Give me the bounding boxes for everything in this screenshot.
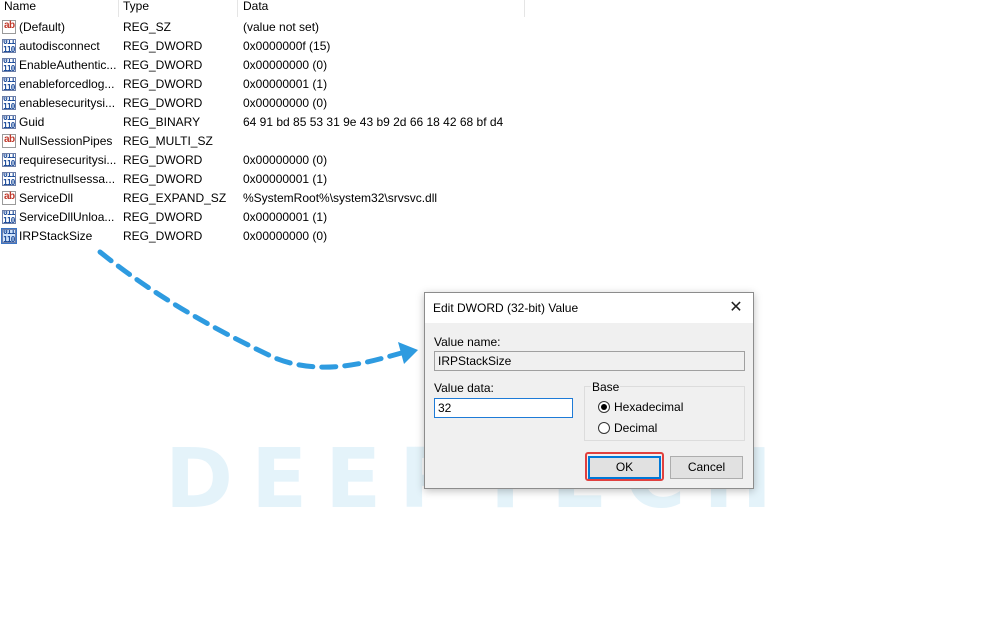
ok-button-highlight: [585, 452, 664, 481]
decimal-radio[interactable]: [598, 422, 610, 434]
hexadecimal-radio[interactable]: [598, 401, 610, 413]
radio-selected-dot: [601, 404, 607, 410]
value-data-label: Value data:: [434, 381, 494, 395]
decimal-label[interactable]: Decimal: [614, 421, 657, 435]
value-data-input[interactable]: 32: [434, 398, 573, 418]
value-name-label: Value name:: [434, 335, 501, 349]
close-icon[interactable]: ✕: [723, 295, 749, 321]
value-name-field[interactable]: IRPStackSize: [434, 351, 745, 371]
base-group-label: Base: [591, 380, 621, 394]
dialog-titlebar[interactable]: Edit DWORD (32-bit) Value ✕: [425, 293, 753, 323]
hexadecimal-label[interactable]: Hexadecimal: [614, 400, 683, 414]
cancel-button[interactable]: Cancel: [670, 456, 743, 479]
dialog-title: Edit DWORD (32-bit) Value: [433, 301, 579, 315]
